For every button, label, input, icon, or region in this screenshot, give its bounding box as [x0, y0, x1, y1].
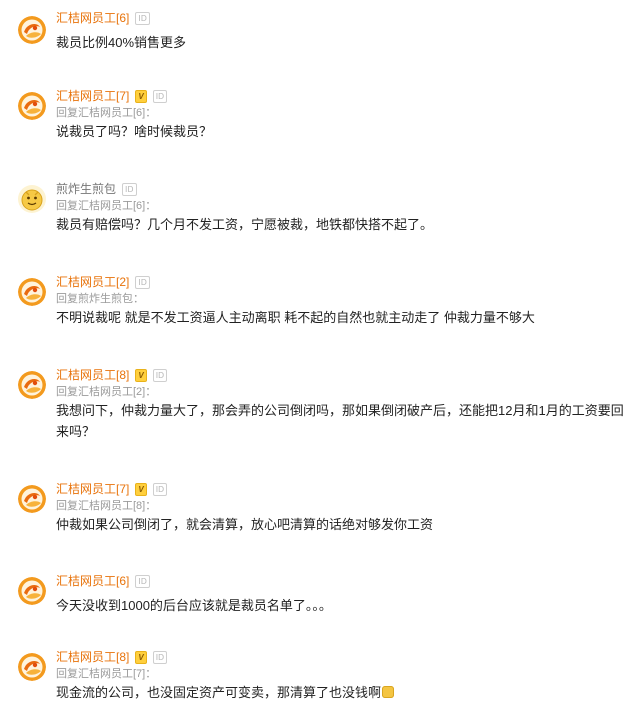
username[interactable]: 汇桔网员工[8]	[56, 649, 129, 665]
username[interactable]: 煎炸生煎包	[56, 181, 116, 197]
username[interactable]: 汇桔网员工[2]	[56, 274, 129, 290]
comment-feed: 汇桔网员工[6] ID 裁员比例40%销售更多 汇桔网员工[7] V ID 回复…	[0, 0, 640, 727]
id-badge-icon: ID	[152, 650, 168, 664]
orange-logo-avatar-icon	[18, 485, 46, 513]
username[interactable]: 汇桔网员工[6]	[56, 573, 129, 589]
avatar[interactable]	[18, 92, 46, 120]
avatar[interactable]	[18, 16, 46, 44]
comment-text: 今天没收到1000的后台应该就是裁员名单了。。。	[56, 598, 332, 613]
comment-text: 仲裁如果公司倒闭了，就会清算，放心吧清算的话绝对够发你工资	[56, 517, 434, 532]
comment-text: 说裁员了吗？啥时候裁员？	[56, 124, 213, 139]
reply-reference[interactable]: 回复汇桔网员工[8]：	[56, 499, 630, 514]
avatar[interactable]	[18, 653, 46, 681]
orange-logo-avatar-icon	[18, 653, 46, 681]
verified-badge-icon: V	[135, 650, 147, 664]
laughing-emoji-icon	[382, 686, 395, 698]
comment-text: 不明说裁呢 就是不发工资逼人主动离职 耗不起的自然也就主动走了 仲裁力量不够大	[56, 310, 535, 325]
username[interactable]: 汇桔网员工[7]	[56, 88, 129, 104]
reply-reference[interactable]: 回复汇桔网员工[6]：	[56, 106, 630, 121]
avatar[interactable]	[18, 185, 46, 213]
comment-text-body: 现金流的公司，也没固定资产可变卖，那清算了也没钱啊	[56, 685, 382, 700]
verified-badge-icon: V	[135, 89, 147, 103]
reply-reference[interactable]: 回复汇桔网员工[6]：	[56, 199, 630, 214]
avatar[interactable]	[18, 278, 46, 306]
cartoon-face-avatar-icon	[18, 185, 46, 213]
username[interactable]: 汇桔网员工[8]	[56, 367, 129, 383]
avatar[interactable]	[18, 485, 46, 513]
id-badge-icon: ID	[135, 275, 150, 289]
orange-logo-avatar-icon	[18, 577, 46, 605]
id-badge-icon: ID	[135, 11, 150, 25]
orange-logo-avatar-icon	[18, 371, 46, 399]
id-badge-icon: ID	[152, 368, 168, 382]
id-badge-icon: ID	[135, 574, 150, 588]
comment-text: 我想问下，仲裁力量大了，那会弄的公司倒闭吗，那如果倒闭破产后，还能把12月和1月…	[56, 403, 624, 439]
orange-logo-avatar-icon	[18, 92, 46, 120]
reply-reference[interactable]: 回复汇桔网员工[2]：	[56, 385, 630, 400]
verified-badge-icon: V	[135, 482, 147, 496]
comment-text: 裁员有赔偿吗？几个月不发工资，宁愿被裁，地铁都快搭不起了。	[56, 217, 434, 232]
avatar[interactable]	[18, 371, 46, 399]
orange-logo-avatar-icon	[18, 16, 46, 44]
reply-reference[interactable]: 回复煎炸生煎包：	[56, 292, 630, 307]
comment-text: 裁员比例40%销售更多	[56, 35, 187, 50]
username[interactable]: 汇桔网员工[7]	[56, 481, 129, 497]
avatar[interactable]	[18, 577, 46, 605]
comment-text: 现金流的公司，也没固定资产可变卖，那清算了也没钱啊	[56, 682, 630, 703]
orange-logo-avatar-icon	[18, 278, 46, 306]
verified-badge-icon: V	[135, 368, 147, 382]
id-badge-icon: ID	[152, 482, 168, 496]
reply-reference[interactable]: 回复汇桔网员工[7]：	[56, 667, 630, 682]
id-badge-icon: ID	[152, 89, 168, 103]
username[interactable]: 汇桔网员工[6]	[56, 10, 129, 26]
id-badge-icon: ID	[122, 182, 137, 196]
